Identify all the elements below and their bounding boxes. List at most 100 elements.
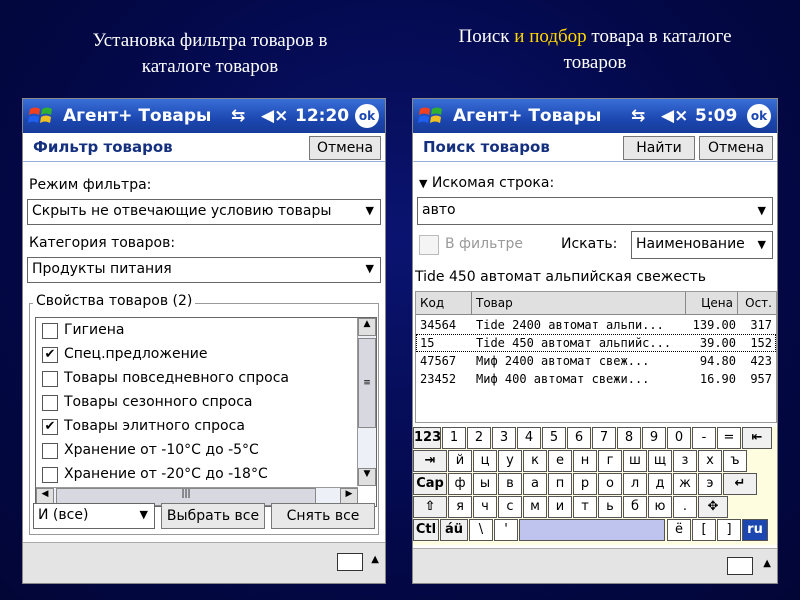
left-cancel-button[interactable]: Отмена [309,136,381,160]
key-row4-0[interactable]: ⇧ [413,496,447,518]
property-item[interactable]: Хранение от -10°С до -5°С [42,440,342,462]
unchecked-checkbox-icon[interactable] [42,443,58,459]
key-row2-8[interactable]: ш [623,450,647,472]
key-row3-6[interactable]: р [573,473,597,495]
key-row3-1[interactable]: ф [448,473,472,495]
column-header-stock[interactable]: Ост. [738,292,776,314]
key-row4-2[interactable]: ч [473,496,497,518]
key-row4-7[interactable]: ь [598,496,622,518]
key-row2-5[interactable]: е [548,450,572,472]
key-row1-4[interactable]: 4 [517,427,541,449]
left-clock[interactable]: 12:20 [295,106,349,126]
key-row1-9[interactable]: 9 [642,427,666,449]
table-row[interactable]: 15 Tide 450 автомат альпийс... 39.00 152 [416,334,776,352]
property-item[interactable]: ✔ Товары элитного спроса [42,416,342,438]
key-row3-2[interactable]: ы [473,473,497,495]
key-row3-9[interactable]: д [648,473,672,495]
keyboard-icon[interactable] [337,553,363,571]
right-clock[interactable]: 5:09 [695,106,737,126]
property-item[interactable]: Хранение от -20°С до -18°С [42,464,342,486]
key-row2-0[interactable]: ⇥ [413,450,447,472]
key-row1-11[interactable]: - [692,427,716,449]
find-button[interactable]: Найти [623,136,695,160]
table-row[interactable]: 23452 Миф 400 автомат свежи... 16.90 957 [416,370,776,388]
key-row5-2[interactable]: \ [469,519,493,541]
input-menu-arrow-icon[interactable]: ▲ [763,558,771,569]
key-row4-3[interactable]: с [498,496,522,518]
key-row1-6[interactable]: 6 [567,427,591,449]
table-row[interactable]: 47567 Миф 2400 автомат свеж... 94.80 423 [416,352,776,370]
checked-checkbox-icon[interactable]: ✔ [42,347,58,363]
collapse-triangle-icon[interactable]: ▼ [419,177,427,190]
key-row3-0[interactable]: Cap [413,473,447,495]
column-header-product[interactable]: Товар [472,292,686,314]
soft-keyboard[interactable]: 123 1 2 3 4 5 6 7 8 9 0- = ⇤ ⇥ й ц у к е н г ш щ з х ъ Cap ф ы в а п р о л… [413,427,777,545]
key-row4-5[interactable]: и [548,496,572,518]
key-row3-4[interactable]: а [523,473,547,495]
scroll-thumb[interactable]: ≡ [358,338,376,428]
key-row1-3[interactable]: 3 [492,427,516,449]
unchecked-checkbox-icon[interactable] [42,467,58,483]
key-row5-1[interactable]: áü [440,519,468,541]
property-item[interactable]: ✔ Спец.предложение [42,344,342,366]
key-row3-5[interactable]: п [548,473,572,495]
key-row5-7[interactable]: ru [742,519,768,541]
key-row3-3[interactable]: в [498,473,522,495]
key-row3-7[interactable]: о [598,473,622,495]
scroll-down-button[interactable]: ▼ [358,468,376,486]
table-row[interactable]: 34564 Tide 2400 автомат альпи... 139.00 317 [416,316,776,334]
column-header-price[interactable]: Цена [686,292,738,314]
key-row4-9[interactable]: ю [648,496,672,518]
key-row2-3[interactable]: у [498,450,522,472]
key-row2-6[interactable]: н [573,450,597,472]
key-row1-2[interactable]: 2 [467,427,491,449]
property-item[interactable]: Гигиена [42,320,342,342]
logic-select[interactable]: И (все) ▼ [33,503,155,529]
key-row5-5[interactable]: [ [692,519,716,541]
volume-icon[interactable]: ◀× [661,106,688,126]
windows-start-icon[interactable] [417,103,445,129]
key-row2-10[interactable]: з [673,450,697,472]
key-row1-12[interactable]: = [717,427,741,449]
windows-start-icon[interactable] [27,103,55,129]
key-row3-10[interactable]: ж [673,473,697,495]
key-row2-4[interactable]: к [523,450,547,472]
key-row4-10[interactable]: . [673,496,697,518]
unchecked-checkbox-icon[interactable] [42,323,58,339]
key-row3-12[interactable]: ↵ [723,473,757,495]
key-row5-6[interactable]: ] [717,519,741,541]
key-row4-1[interactable]: я [448,496,472,518]
select-all-button[interactable]: Выбрать все [161,503,265,529]
key-row2-12[interactable]: ъ [723,450,747,472]
key-row5-4[interactable]: ё [667,519,691,541]
scroll-up-button[interactable]: ▲ [358,318,376,336]
in-filter-checkbox[interactable] [419,235,439,255]
left-ok-button[interactable]: ok [355,104,379,128]
key-row5-0[interactable]: Ctl [413,519,439,541]
connectivity-icon[interactable]: ⇆ [631,106,645,126]
space-key[interactable] [519,519,665,541]
key-row4-4[interactable]: м [523,496,547,518]
key-row3-11[interactable]: э [698,473,722,495]
properties-vertical-scrollbar[interactable]: ▲ ≡ ▼ [357,318,376,486]
key-row4-8[interactable]: б [623,496,647,518]
checked-checkbox-icon[interactable]: ✔ [42,419,58,435]
key-row3-8[interactable]: л [623,473,647,495]
key-row1-10[interactable]: 0 [667,427,691,449]
key-row5-3[interactable]: ' [494,519,518,541]
column-header-code[interactable]: Код [416,292,472,314]
key-row4-6[interactable]: т [573,496,597,518]
search-input[interactable]: авто ▼ [417,197,773,225]
key-row1-13[interactable]: ⇤ [742,427,772,449]
input-menu-arrow-icon[interactable]: ▲ [371,554,379,565]
key-row1-0[interactable]: 123 [413,427,441,449]
filter-mode-select[interactable]: Скрыть не отвечающие условию товары ▼ [27,199,381,225]
keyboard-icon[interactable] [727,557,753,575]
category-select[interactable]: Продукты питания ▼ [27,257,381,283]
key-row2-11[interactable]: х [698,450,722,472]
right-ok-button[interactable]: ok [747,104,771,128]
search-by-select[interactable]: Наименование ▼ [631,231,773,259]
key-row1-8[interactable]: 8 [617,427,641,449]
right-cancel-button[interactable]: Отмена [699,136,773,160]
key-row4-11[interactable]: ✥ [698,496,728,518]
